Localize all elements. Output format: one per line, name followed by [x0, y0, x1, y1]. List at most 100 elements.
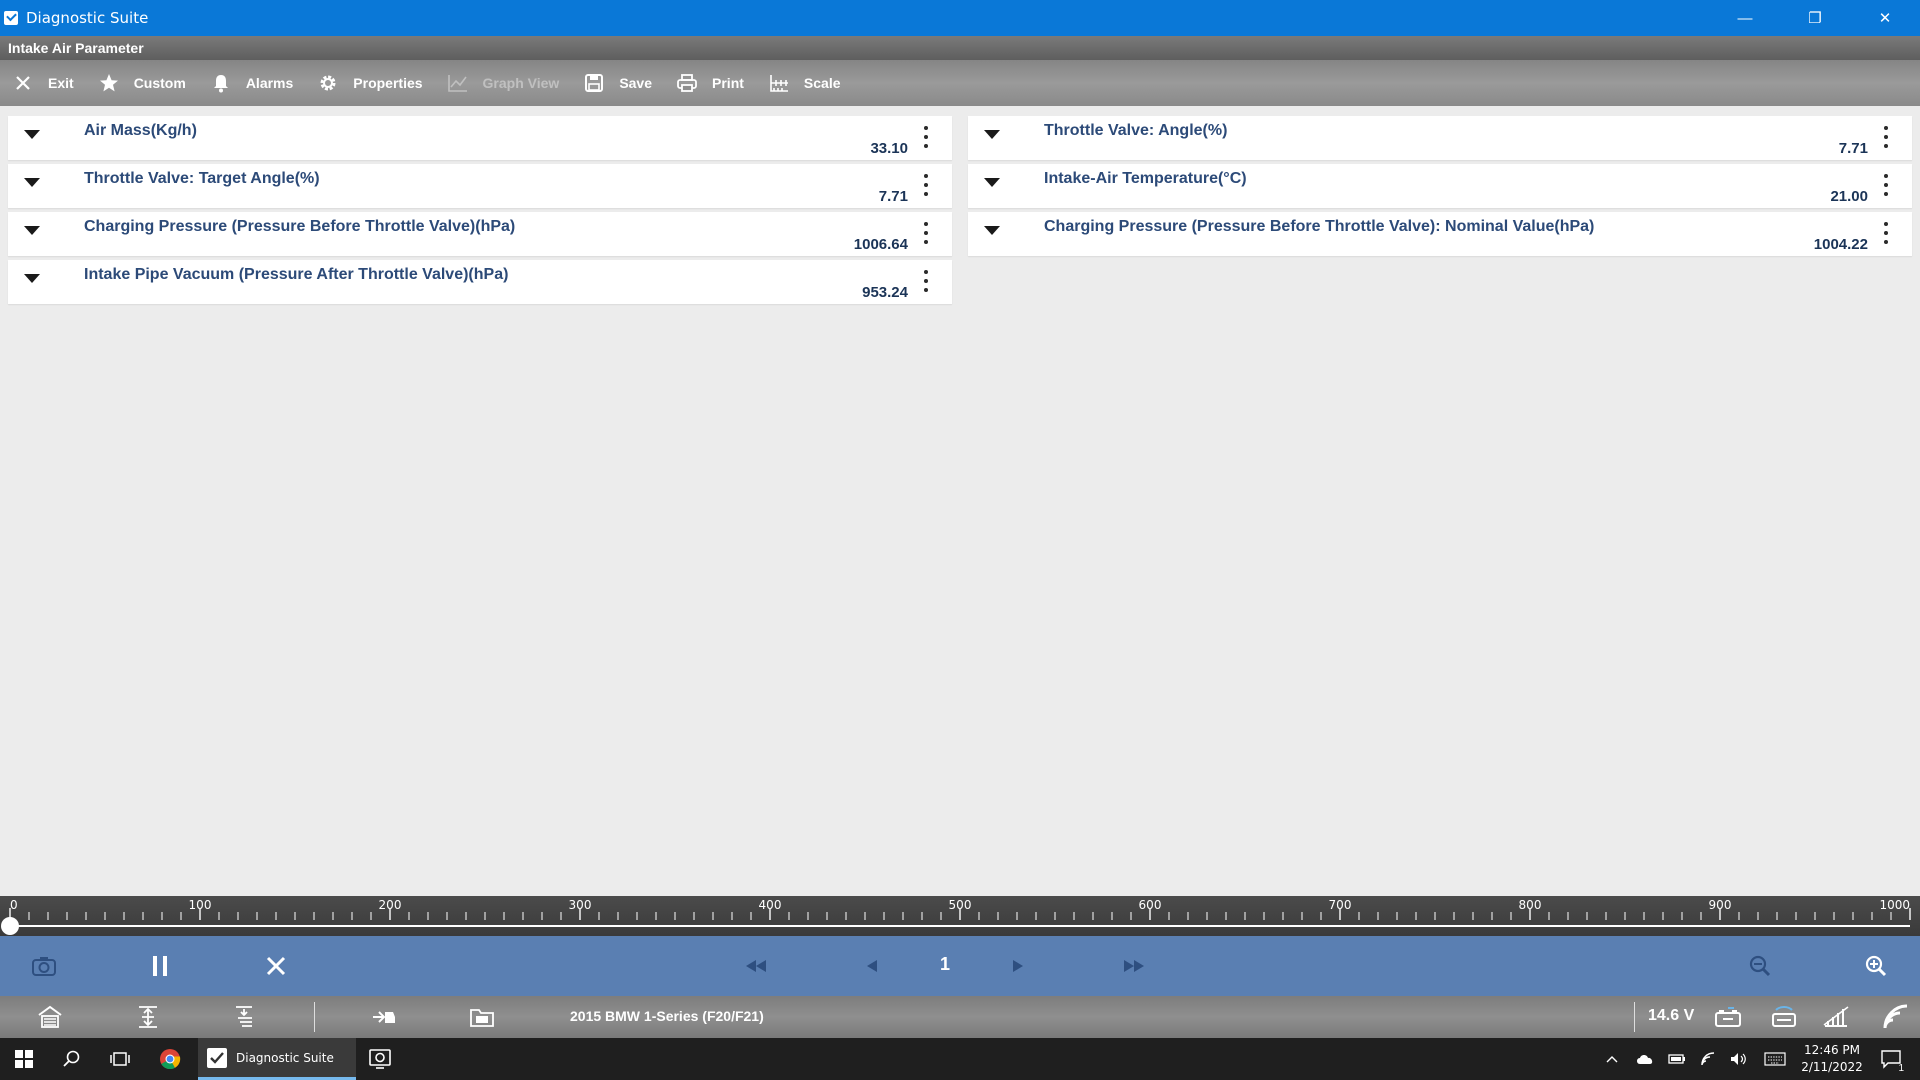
keyboard-tray-icon[interactable] [1760, 1038, 1790, 1080]
toolbar: Exit Custom Alarms Properties Graph View… [0, 60, 1920, 106]
expand-caret-icon[interactable] [24, 274, 40, 283]
vehicle-connect-button[interactable] [370, 1004, 398, 1030]
previous-page-button[interactable] [852, 936, 892, 996]
snapshot-camera-button[interactable] [24, 936, 64, 996]
timeline-label-400: 400 [758, 898, 782, 912]
properties-button[interactable]: Properties [305, 60, 434, 106]
print-button[interactable]: Print [664, 60, 756, 106]
more-options-icon[interactable] [924, 222, 928, 244]
list-collapse-icon [236, 1006, 252, 1027]
home-garage-button[interactable] [36, 1004, 64, 1030]
search-icon [63, 1050, 80, 1067]
parameter-value: 953.24 [862, 284, 908, 301]
parameter-row-intake-air-temperature[interactable]: Intake-Air Temperature(°C) 21.00 [968, 164, 1912, 208]
parameter-row-charging-pressure-nominal[interactable]: Charging Pressure (Pressure Before Throt… [968, 212, 1912, 256]
window-controls: — ❐ ✕ [1710, 0, 1920, 36]
taskbar-search-button[interactable] [48, 1038, 96, 1080]
timeline-slider-handle[interactable] [1, 917, 19, 935]
expand-caret-icon[interactable] [984, 178, 1000, 187]
scale-button[interactable]: Scale [756, 60, 853, 106]
line-graph-icon [447, 72, 469, 94]
first-page-button[interactable] [736, 936, 776, 996]
clock-date: 2/11/2022 [1801, 1060, 1863, 1074]
diagnostic-suite-taskbar-button[interactable]: Diagnostic Suite [198, 1038, 356, 1080]
close-icon [12, 72, 34, 94]
more-options-icon[interactable] [924, 126, 928, 148]
app-logo-icon [207, 1047, 227, 1068]
remote-support-icon [369, 1049, 391, 1069]
printer-icon [676, 72, 698, 94]
expand-caret-icon[interactable] [24, 178, 40, 187]
more-options-icon[interactable] [1884, 222, 1888, 244]
pause-button[interactable] [140, 936, 180, 996]
signal-disconnected-icon [1822, 1004, 1850, 1030]
parameter-row-charging-pressure[interactable]: Charging Pressure (Pressure Before Throt… [8, 212, 952, 256]
parameter-label: Throttle Valve: Angle(%) [1044, 122, 1228, 139]
properties-label: Properties [353, 75, 423, 91]
save-button[interactable]: Save [571, 60, 664, 106]
garage-home-icon [38, 1005, 62, 1028]
expand-caret-icon[interactable] [984, 226, 1000, 235]
network-tray-icon[interactable] [1696, 1038, 1722, 1080]
timeline-label-800: 800 [1518, 898, 1542, 912]
timeline-label-1000: 1000 [1879, 898, 1910, 912]
battery-tray-icon[interactable] [1664, 1038, 1690, 1080]
timeline-ruler[interactable]: 0 100 200 300 400 500 600 700 800 900 10… [0, 896, 1920, 936]
save-label: Save [619, 75, 653, 91]
chrome-taskbar-button[interactable] [146, 1038, 194, 1080]
expand-caret-icon[interactable] [24, 130, 40, 139]
notification-center-button[interactable]: 1 [1874, 1038, 1908, 1080]
more-options-icon[interactable] [1884, 126, 1888, 148]
graph-view-button[interactable]: Graph View [435, 60, 572, 106]
page-number: 1 [939, 954, 950, 974]
bell-icon [210, 72, 232, 94]
support-tool-taskbar-button[interactable] [356, 1038, 404, 1080]
close-icon [266, 956, 286, 976]
parameter-row-intake-pipe-vacuum[interactable]: Intake Pipe Vacuum (Pressure After Throt… [8, 260, 952, 304]
zoom-out-button[interactable] [1740, 936, 1780, 996]
scale-ruler-icon [768, 72, 790, 94]
next-page-button[interactable] [998, 936, 1038, 996]
last-page-button[interactable] [1114, 936, 1154, 996]
alarms-button[interactable]: Alarms [198, 60, 305, 106]
parameter-label: Charging Pressure (Pressure Before Throt… [1044, 218, 1595, 235]
parameter-row-air-mass[interactable]: Air Mass(Kg/h) 33.10 [8, 116, 952, 160]
close-window-button[interactable]: ✕ [1850, 0, 1920, 36]
expand-caret-icon[interactable] [984, 130, 1000, 139]
playback-bar: 1 [0, 936, 1920, 996]
exit-label: Exit [48, 75, 74, 91]
minimize-button[interactable]: — [1710, 0, 1780, 36]
notification-count: 1 [1898, 1063, 1904, 1074]
task-view-button[interactable] [96, 1038, 144, 1080]
start-button[interactable] [0, 1038, 48, 1080]
exit-button[interactable]: Exit [0, 60, 86, 106]
parameter-value: 1006.64 [853, 236, 908, 253]
window-title: Diagnostic Suite [26, 9, 149, 27]
camera-icon [32, 957, 56, 976]
collapse-list-button[interactable] [230, 1004, 258, 1030]
volume-tray-icon[interactable] [1726, 1038, 1752, 1080]
stop-button[interactable] [256, 936, 296, 996]
taskbar-clock[interactable]: 12:46 PM 2/11/2022 [1800, 1042, 1864, 1076]
onedrive-tray-icon[interactable] [1632, 1038, 1658, 1080]
more-options-icon[interactable] [924, 270, 928, 292]
restore-button[interactable]: ❐ [1780, 0, 1850, 36]
status-divider [1634, 1002, 1635, 1032]
timeline-label-500: 500 [948, 898, 972, 912]
more-options-icon[interactable] [1884, 174, 1888, 196]
chevron-up-icon [1606, 1056, 1618, 1063]
zoom-in-button[interactable] [1856, 936, 1896, 996]
task-view-icon [110, 1052, 130, 1066]
timeline-label-200: 200 [378, 898, 402, 912]
show-hidden-icons-button[interactable] [1600, 1038, 1624, 1080]
double-left-arrow-icon [746, 960, 766, 972]
expand-caret-icon[interactable] [24, 226, 40, 235]
parameter-column-right: Throttle Valve: Angle(%) 7.71 Intake-Air… [968, 116, 1912, 260]
car-arrow-icon [373, 1011, 395, 1023]
more-options-icon[interactable] [924, 174, 928, 196]
custom-button[interactable]: Custom [86, 60, 198, 106]
parameter-row-throttle-target-angle[interactable]: Throttle Valve: Target Angle(%) 7.71 [8, 164, 952, 208]
parameter-row-throttle-angle[interactable]: Throttle Valve: Angle(%) 7.71 [968, 116, 1912, 160]
expand-all-button[interactable] [134, 1004, 162, 1030]
saved-files-button[interactable] [468, 1004, 496, 1030]
